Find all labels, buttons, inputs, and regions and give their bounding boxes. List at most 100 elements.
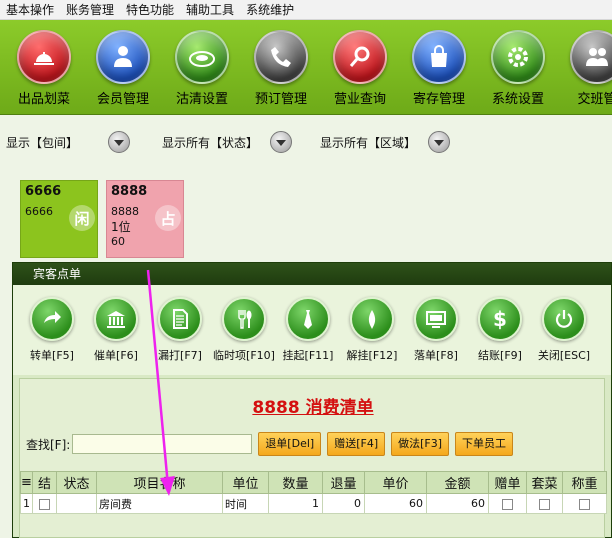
- serving-cloche-icon: [17, 30, 71, 84]
- menu-basic-ops[interactable]: 基本操作: [0, 0, 60, 20]
- dialog-toolbar: 转单[F5] 催单[F6] 漏打[F7] 临时项[F10] 挂起[F11] 解挂…: [13, 285, 611, 375]
- settle-checkbox[interactable]: [32, 493, 57, 514]
- button-label: 临时项[F10]: [213, 349, 275, 362]
- room-card-8888[interactable]: 8888 8888 1位 60 占: [106, 180, 184, 258]
- gift-button[interactable]: 赠送[F4]: [327, 432, 386, 456]
- plate-icon: [175, 30, 229, 84]
- column-header: 状态: [56, 471, 97, 494]
- dollar-icon: $: [478, 297, 522, 341]
- place-order-button[interactable]: 落单[F8]: [405, 297, 467, 375]
- search-row: 查找[F]: 退单[Del] 赠送[F4] 做法[F3] 下单员工: [26, 432, 514, 456]
- filter-label: 显示所有【区域】: [320, 135, 417, 150]
- table-row[interactable]: 1 房间费 时间 1 0 60 60: [20, 493, 607, 514]
- cooking-method-button[interactable]: 做法[F3]: [391, 432, 450, 456]
- order-dialog: 宾客点单 转单[F5] 催单[F6] 漏打[F7] 临时项[F10] 挂起[F1…: [12, 262, 612, 538]
- menu-system[interactable]: 系统维护: [240, 0, 300, 20]
- staff-icon: [570, 30, 612, 84]
- transfer-button[interactable]: 转单[F5]: [21, 297, 83, 375]
- button-label: 转单[F5]: [30, 349, 74, 362]
- tool-shift[interactable]: 交班管: [558, 30, 612, 112]
- missed-print-button[interactable]: 漏打[F7]: [149, 297, 211, 375]
- tool-soldout[interactable]: 沽清设置: [163, 30, 241, 112]
- column-header: 金额: [426, 471, 489, 494]
- row-unit: 时间: [222, 493, 269, 514]
- dialog-title: 宾客点单: [13, 263, 611, 285]
- set-meal-checkbox[interactable]: [526, 493, 563, 514]
- search-input[interactable]: [72, 434, 253, 454]
- temp-item-button[interactable]: 临时项[F10]: [213, 297, 275, 375]
- tool-settings[interactable]: 系统设置: [479, 30, 557, 112]
- filter-area[interactable]: 显示所有【区域】: [320, 131, 451, 153]
- tool-member[interactable]: 会员管理: [84, 30, 162, 112]
- row-item-name: 房间费: [96, 493, 223, 514]
- svg-text:$: $: [493, 307, 507, 331]
- chevron-down-icon[interactable]: [108, 131, 131, 153]
- room-status-badge: 闲: [69, 205, 95, 231]
- chevron-down-icon[interactable]: [428, 131, 451, 153]
- column-header: 套菜: [526, 471, 563, 494]
- column-header: 单位: [222, 471, 269, 494]
- order-staff-button[interactable]: 下单员工: [455, 432, 514, 456]
- column-header: 单价: [364, 471, 427, 494]
- bill-title-text: 8888 消费清单: [252, 398, 374, 418]
- tie-icon: [286, 297, 330, 341]
- bill-title: 8888 消费清单: [20, 393, 606, 418]
- member-icon: [96, 30, 150, 84]
- close-button[interactable]: 关闭[ESC]: [533, 297, 595, 375]
- tool-label: 交班管: [577, 92, 612, 107]
- button-label: 关闭[ESC]: [537, 349, 591, 362]
- return-item-button[interactable]: 退单[Del]: [258, 432, 322, 456]
- column-header: 赠单: [488, 471, 527, 494]
- row-return-qty: 0: [322, 493, 365, 514]
- main-toolbar: 出品划菜 会员管理 沽清设置 预订管理 营业查询 寄存管理 系统设置 交班管: [0, 20, 612, 115]
- button-label: 解挂[F12]: [346, 349, 398, 362]
- tool-label: 系统设置: [491, 92, 544, 107]
- row-price: 60: [364, 493, 427, 514]
- button-label: 挂起[F11]: [282, 349, 334, 362]
- unhold-button[interactable]: 解挂[F12]: [341, 297, 403, 375]
- tool-label: 沽清设置: [175, 92, 228, 107]
- bill-table: ≡ 结 状态 项目名称 单位 数量 退量 单价 金额 赠单 套菜 称重 1 房间…: [20, 471, 607, 514]
- tool-label: 营业查询: [333, 92, 386, 107]
- button-label: 结账[F9]: [478, 349, 522, 362]
- menu-tools[interactable]: 辅助工具: [180, 0, 240, 20]
- tool-reservation[interactable]: 预订管理: [242, 30, 320, 112]
- tool-label: 预订管理: [254, 92, 307, 107]
- bag-icon: [412, 30, 466, 84]
- gift-checkbox[interactable]: [488, 493, 527, 514]
- power-icon: [542, 297, 586, 341]
- search-label: 查找[F]:: [26, 437, 71, 452]
- menu-accounts[interactable]: 账务管理: [60, 0, 120, 20]
- tool-label: 寄存管理: [412, 92, 465, 107]
- magnifier-icon: [333, 30, 387, 84]
- chevron-down-icon[interactable]: [270, 131, 293, 153]
- filter-label: 显示【包间】: [6, 135, 79, 150]
- table-header: ≡ 结 状态 项目名称 单位 数量 退量 单价 金额 赠单 套菜 称重: [20, 471, 607, 494]
- room-number: 6666: [25, 184, 62, 199]
- filter-label: 显示所有【状态】: [162, 135, 259, 150]
- menu-bar: 基本操作 账务管理 特色功能 辅助工具 系统维护: [0, 0, 612, 20]
- tool-label: 出品划菜: [17, 92, 70, 107]
- filter-status[interactable]: 显示所有【状态】: [162, 131, 293, 153]
- menu-features[interactable]: 特色功能: [120, 0, 180, 20]
- hold-button[interactable]: 挂起[F11]: [277, 297, 339, 375]
- row-index: 1: [20, 493, 33, 514]
- bank-icon: [94, 297, 138, 341]
- tool-serving[interactable]: 出品划菜: [5, 30, 83, 112]
- filter-bar: 显示【包间】 显示所有【状态】 显示所有【区域】: [0, 115, 612, 170]
- checkout-button[interactable]: $ 结账[F9]: [469, 297, 531, 375]
- room-number: 8888: [111, 184, 148, 199]
- tool-business-query[interactable]: 营业查询: [321, 30, 399, 112]
- tool-label: 会员管理: [96, 92, 149, 107]
- weigh-checkbox[interactable]: [562, 493, 607, 514]
- tool-storage[interactable]: 寄存管理: [400, 30, 478, 112]
- room-card-6666[interactable]: 6666 6666 闲: [20, 180, 98, 258]
- urge-button[interactable]: 催单[F6]: [85, 297, 147, 375]
- filter-room-type[interactable]: 显示【包间】: [6, 131, 131, 153]
- gear-icon: [491, 30, 545, 84]
- document-icon: [158, 297, 202, 341]
- column-header-menu[interactable]: ≡: [20, 471, 33, 494]
- phone-icon: [254, 30, 308, 84]
- room-status-badge: 占: [155, 205, 181, 231]
- column-header: 项目名称: [96, 471, 223, 494]
